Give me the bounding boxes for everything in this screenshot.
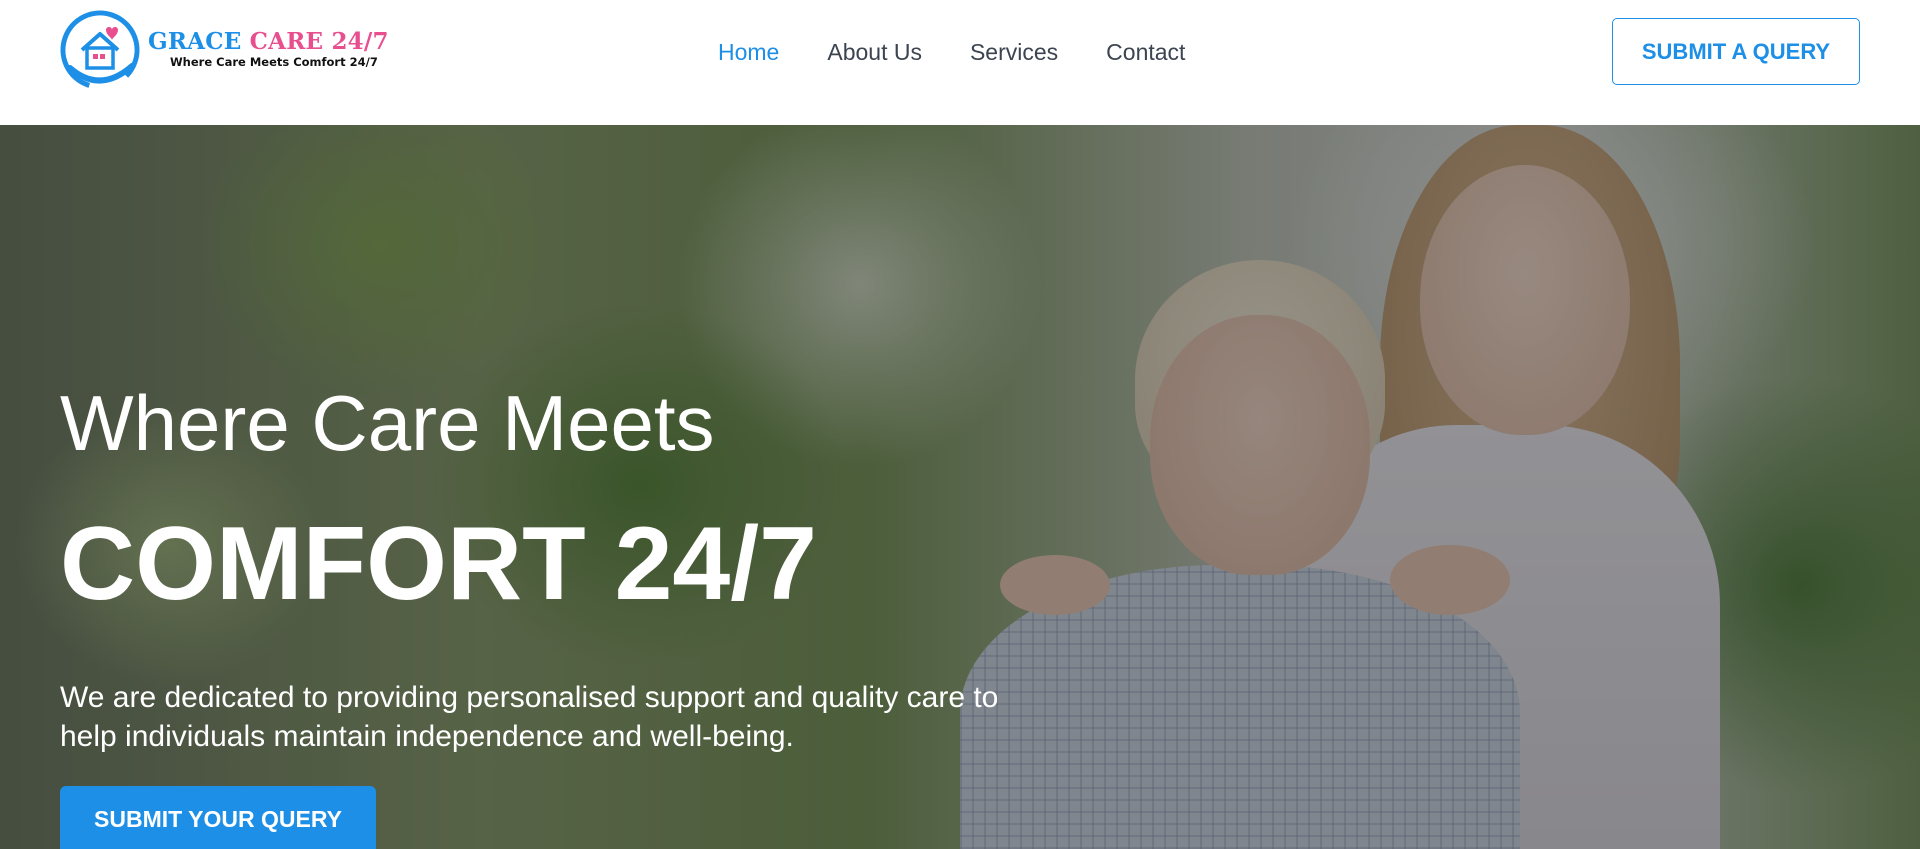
hero-section: Where Care Meets COMFORT 24/7 We are ded… — [0, 125, 1920, 849]
nav-contact[interactable]: Contact — [1106, 36, 1185, 68]
nav-home[interactable]: Home — [718, 36, 779, 68]
hero-title-line1: Where Care Meets — [60, 379, 715, 467]
main-nav: Home About Us Services Contact — [718, 36, 1233, 68]
submit-your-query-button[interactable]: SUBMIT YOUR QUERY — [60, 786, 376, 849]
hero-content: Where Care Meets COMFORT 24/7 We are ded… — [60, 125, 1160, 849]
logo-tagline: Where Care Meets Comfort 24/7 — [170, 55, 378, 69]
hero-description: We are dedicated to providing personalis… — [60, 681, 999, 753]
logo-name-care: CARE 24/7 — [249, 28, 389, 55]
house-care-logo-icon — [60, 10, 144, 94]
hero-title-line2: COMFORT 24/7 — [60, 506, 817, 622]
site-header: GRACE CARE 24/7 Where Care Meets Comfort… — [0, 0, 1920, 125]
logo-name-grace: GRACE — [148, 28, 242, 55]
logo-name: GRACE CARE 24/7 — [148, 29, 389, 55]
submit-query-button[interactable]: SUBMIT A QUERY — [1612, 18, 1860, 85]
nav-services[interactable]: Services — [970, 36, 1058, 68]
nav-about-us[interactable]: About Us — [827, 36, 922, 68]
site-logo[interactable]: GRACE CARE 24/7 Where Care Meets Comfort… — [60, 10, 390, 94]
logo-text: GRACE CARE 24/7 Where Care Meets Comfort… — [148, 29, 389, 70]
